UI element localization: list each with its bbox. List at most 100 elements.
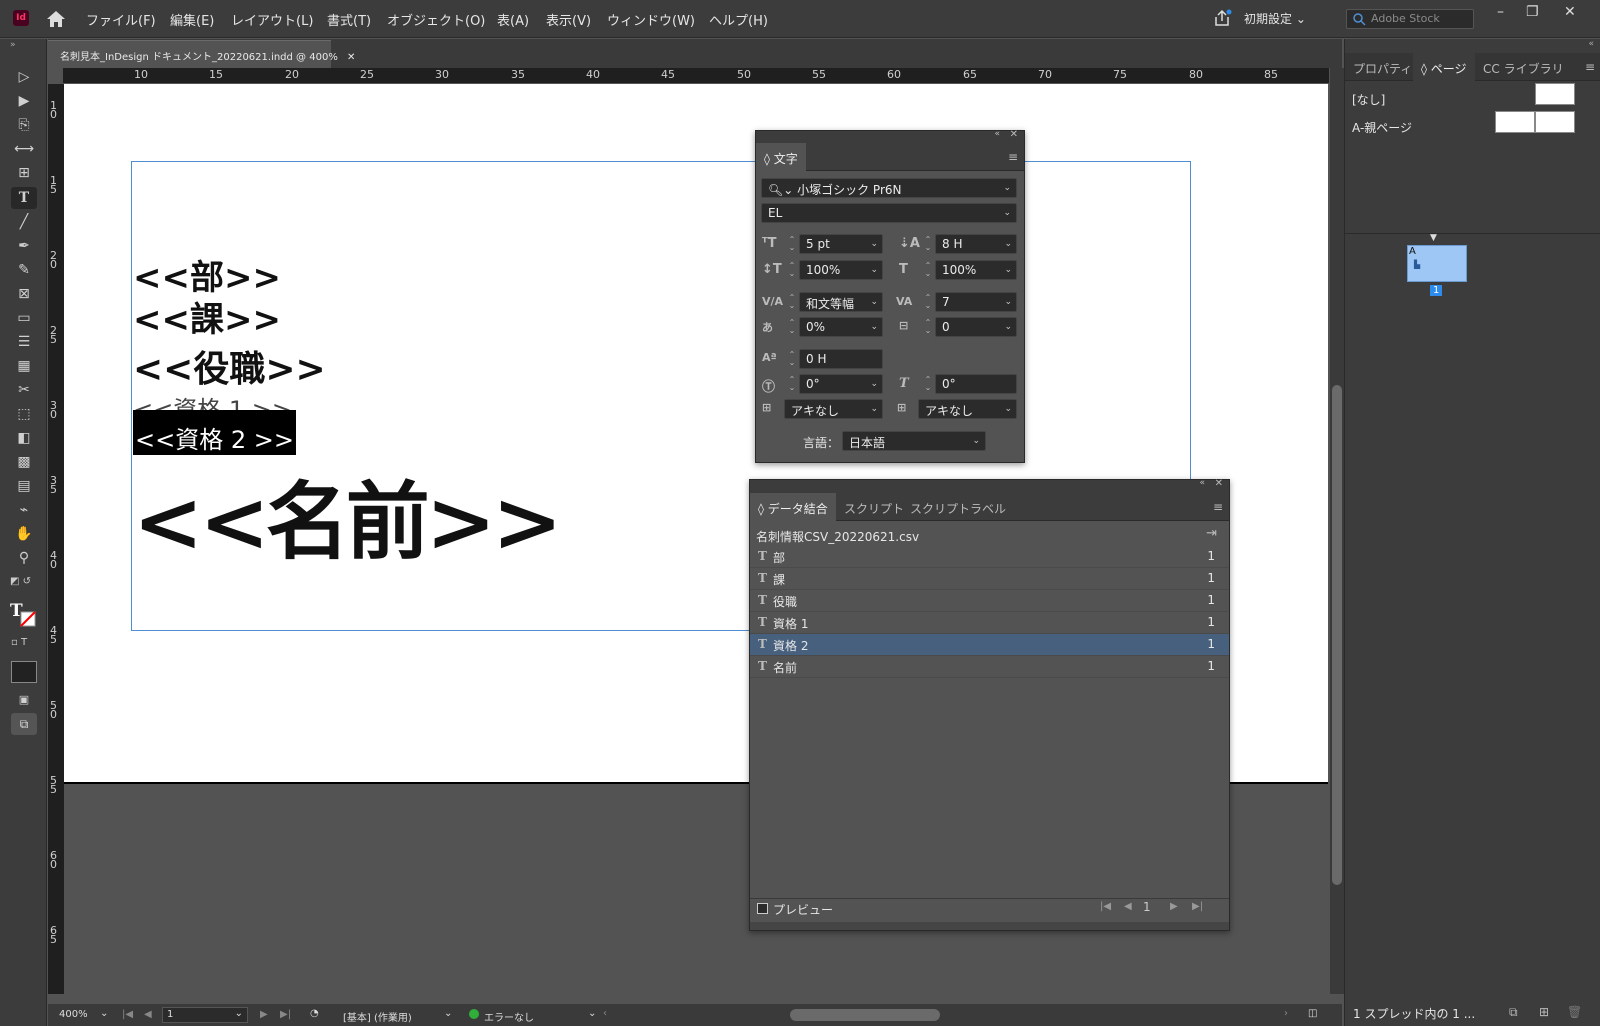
aki-after-select[interactable]: アキなし ⌄ [918,399,1017,419]
field-row[interactable]: T 役職 1 [750,590,1229,612]
stepper-icon[interactable]: ⌃ ⌄ [922,236,934,252]
vertical-scale-input[interactable]: 100% ⌄ [799,260,883,280]
menu-type[interactable]: 書式(T) [327,10,371,29]
menu-help[interactable]: ヘルプ(H) [709,10,768,29]
swap-fill-stroke-icon[interactable]: ◩ ↺ [10,576,31,587]
collapse-icon[interactable]: » [10,40,16,50]
horizontal-scale-input[interactable]: 100% ⌄ [935,260,1017,280]
menu-layout[interactable]: レイアウト(L) [231,10,313,29]
workspace-switcher[interactable]: 初期設定 ⌄ [1244,10,1306,27]
tab-data-merge[interactable]: ◊ データ結合 [750,493,836,521]
record-number[interactable]: 1 [1143,900,1151,914]
placeholder-section[interactable]: <<課>> [133,292,281,341]
menu-window[interactable]: ウィンドウ(W) [607,10,695,29]
stepper-icon[interactable]: ⌃ ⌄ [786,376,798,392]
tab-cc-libraries[interactable]: CC ライブラリ [1475,53,1572,81]
horizontal-ruler[interactable]: 10 15 20 25 30 35 40 45 50 55 60 65 70 7… [63,68,1329,84]
indesign-app-icon[interactable]: Id [13,10,29,26]
stepper-icon[interactable]: ⌃ ⌄ [786,351,798,367]
split-view-icon[interactable]: ◫ [1308,1008,1317,1019]
placeholder-name[interactable]: <<名前>> [133,455,563,576]
next-record-icon[interactable]: ▶ [1170,901,1178,912]
fill-stroke-text-icon[interactable]: T [10,601,38,629]
stepper-icon[interactable]: ⌃ ⌄ [786,294,798,310]
scroll-left-icon[interactable]: ‹ [603,1008,607,1019]
rectangle-tool-icon[interactable]: ▭ [11,307,37,329]
none-parent-label[interactable]: [なし] [1352,91,1385,108]
content-collector-icon[interactable]: ⊞ [11,162,37,184]
menu-table[interactable]: 表(A) [497,10,529,29]
stepper-icon[interactable]: ⌃ ⌄ [922,294,934,310]
menu-file[interactable]: ファイル(F) [86,10,156,29]
pen-tool-icon[interactable]: ✒ [11,235,37,257]
page-thumbnail[interactable]: A ▙ [1407,245,1467,282]
chevron-down-icon[interactable]: ⌄ [588,1008,596,1019]
horizontal-scroll-thumb[interactable] [790,1009,940,1021]
screen-mode-icon[interactable]: ▣ [11,689,37,711]
field-row[interactable]: T部 1 [750,546,1229,568]
tab-script-label[interactable]: スクリプトラベル [902,493,1014,521]
close-panel-icon[interactable]: ✕ [1010,129,1018,140]
stepper-icon[interactable]: ⌃ ⌄ [922,319,934,335]
stepper-icon[interactable]: ⌃ ⌄ [922,376,934,392]
stepper-icon[interactable]: ⌃ ⌄ [786,262,798,278]
delete-page-icon[interactable]: 🗑︎ [1567,1005,1582,1019]
note-tool-icon[interactable]: ▤ [11,475,37,497]
grid-tool-icon[interactable]: ▦ [11,355,37,377]
panel-resize-grip[interactable] [750,922,1229,930]
table-tool-icon[interactable]: ☰ [11,331,37,353]
font-style-select[interactable]: EL ⌄ [761,203,1017,223]
stepper-icon[interactable]: ⌃ ⌄ [922,262,934,278]
previous-page-icon[interactable]: ◀ [144,1009,152,1020]
share-icon[interactable] [1212,8,1232,28]
gap-tool-icon[interactable]: ⟷ [11,138,37,160]
restore-icon[interactable]: ❐ [1526,4,1539,20]
baseline-shift-input[interactable]: 0 H [799,349,883,369]
none-parent-thumbnail[interactable] [1535,83,1575,105]
last-record-icon[interactable]: ▶| [1192,901,1203,912]
normal-view-icon[interactable] [11,661,37,683]
page-tool-icon[interactable]: ⎘ [11,114,37,136]
publish-online-icon[interactable]: ⧉ [11,713,37,735]
close-window-icon[interactable]: ✕ [1564,4,1576,20]
collapse-dock-icon[interactable]: « [1588,39,1594,49]
stepper-icon[interactable]: ⌃ ⌄ [786,236,798,252]
hand-tool-icon[interactable]: ✋ [11,523,37,545]
tab-character[interactable]: ◊ 文字 [756,143,806,171]
aki-before-select[interactable]: アキなし ⌄ [784,399,883,419]
chevron-down-icon[interactable]: ⌄ [444,1008,452,1019]
free-transform-tool-icon[interactable]: ⬚ [11,403,37,425]
field-row-selected[interactable]: T 資格 2 1 [750,634,1229,656]
tab-scripts[interactable]: スクリプト [836,493,912,521]
scissors-tool-icon[interactable]: ✂ [11,379,37,401]
vertical-ruler[interactable]: 10 15 20 25 30 35 40 45 50 55 60 65 [48,84,64,994]
leading-input[interactable]: 8 H ⌄ [935,234,1017,254]
page-number-badge[interactable]: 1 [1430,285,1443,296]
collapse-panel-icon[interactable]: « [994,129,1000,139]
parent-page-thumbnail-right[interactable] [1535,111,1575,133]
placeholder-qualification-2-selected[interactable]: <<資格 2 >> [133,410,296,455]
first-page-icon[interactable]: |◀ [122,1009,133,1020]
kerning-select[interactable]: 和文等幅 ⌄ [799,292,883,312]
zoom-level[interactable]: 400% [59,1009,88,1020]
rectangle-frame-tool-icon[interactable]: ⊠ [11,283,37,305]
menu-view[interactable]: 表示(V) [546,10,591,29]
field-row[interactable]: T 資格 1 1 [750,612,1229,634]
panel-menu-icon[interactable]: ≡ [1585,60,1595,74]
panel-titlebar[interactable]: « ✕ [750,478,1229,493]
vertical-scroll-thumb[interactable] [1332,385,1342,885]
menu-edit[interactable]: 編集(E) [170,10,214,29]
field-row[interactable]: T課 1 [750,568,1229,590]
close-tab-icon[interactable]: ✕ [347,52,355,63]
menu-object[interactable]: オブジェクト(O) [387,10,485,29]
chevron-down-icon[interactable]: ⌄ [100,1008,108,1019]
home-icon[interactable] [46,10,66,28]
page-number-input[interactable]: 1 ⌄ [162,1007,248,1023]
skew-input[interactable]: 0° [935,374,1017,394]
preview-checkbox[interactable] [757,903,768,914]
rotate-input[interactable]: 0° ⌄ [799,374,883,394]
placeholder-title[interactable]: <<役職>> [133,340,326,392]
pencil-tool-icon[interactable]: ✎ [11,259,37,281]
preflight-progress-icon[interactable]: ◔ [310,1008,319,1019]
panel-menu-icon[interactable]: ≡ [1213,500,1223,514]
